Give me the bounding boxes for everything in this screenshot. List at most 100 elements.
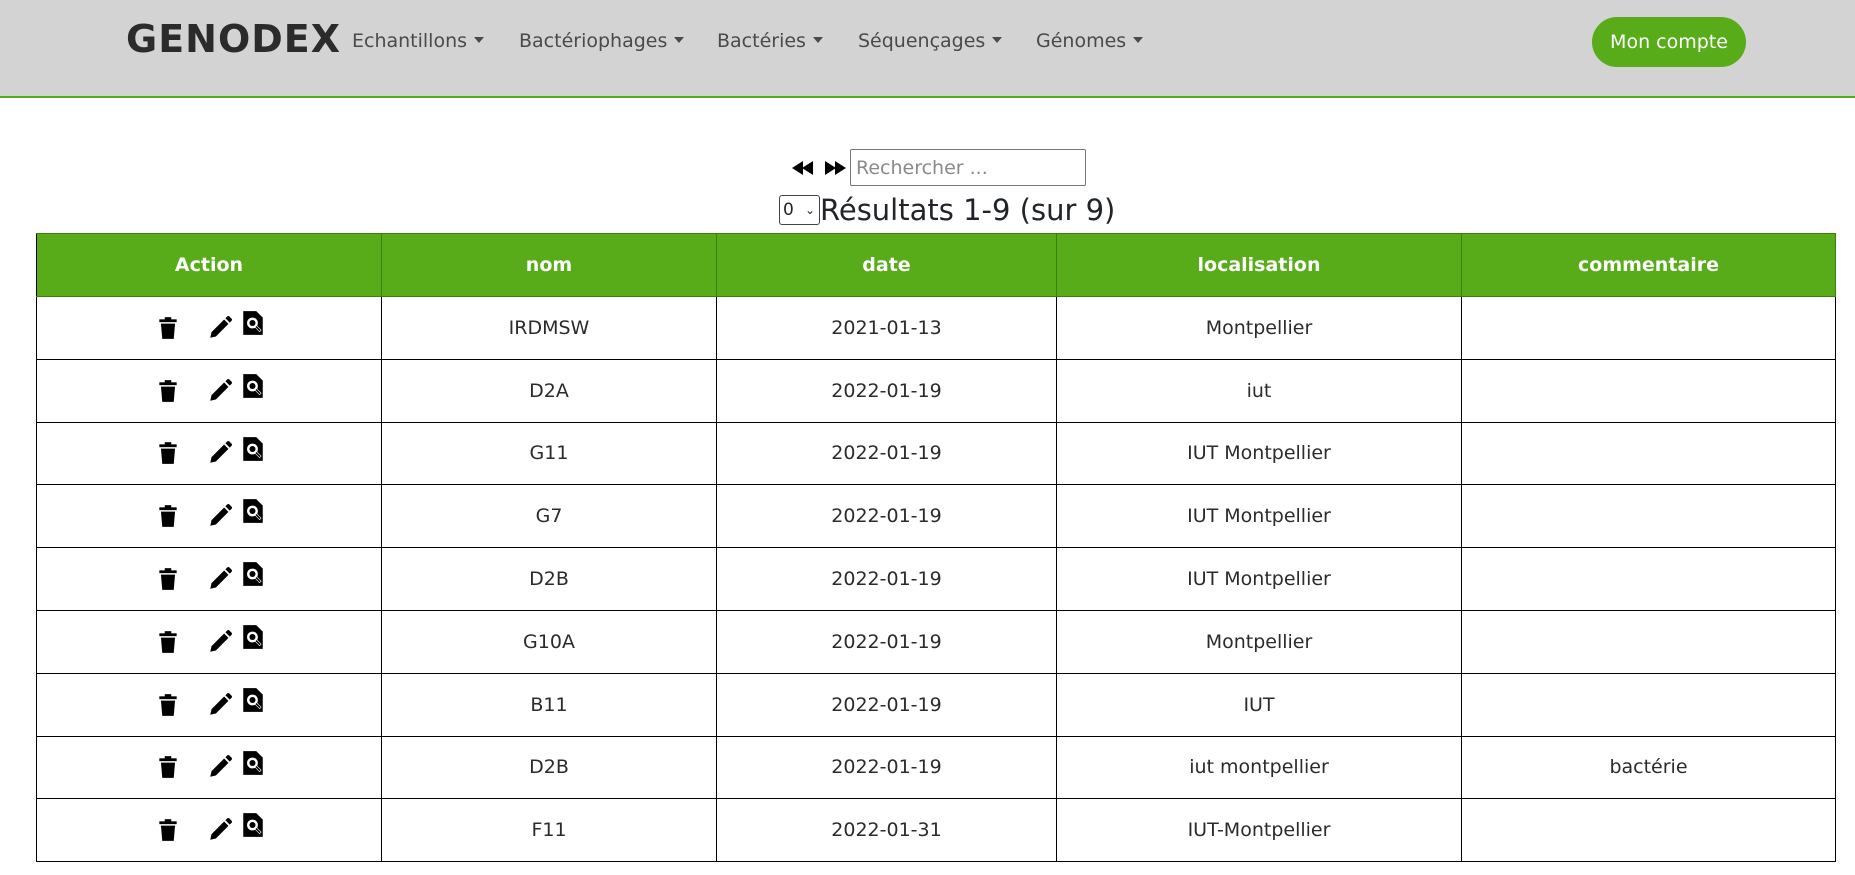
cell-actions — [36, 609, 382, 674]
cell-date: 2022-01-19 — [716, 421, 1057, 486]
file-search-icon[interactable] — [240, 498, 266, 524]
file-search-icon[interactable] — [240, 812, 266, 838]
trash-icon[interactable] — [155, 817, 181, 843]
trash-icon[interactable] — [155, 566, 181, 592]
cell-date: 2022-01-19 — [716, 735, 1057, 800]
file-search-icon[interactable] — [240, 687, 266, 713]
header-localisation[interactable]: localisation — [1056, 233, 1462, 297]
table-row: G10A 2022-01-19 Montpellier — [36, 609, 1836, 674]
file-search-icon[interactable] — [240, 310, 266, 336]
cell-commentaire — [1461, 798, 1836, 863]
nav-sequencages[interactable]: Séquençages — [858, 30, 1003, 52]
cell-commentaire — [1461, 609, 1836, 674]
header-commentaire[interactable]: commentaire — [1461, 233, 1836, 297]
table-row: D2A 2022-01-19 iut — [36, 358, 1836, 423]
nav-genomes[interactable]: Génomes — [1036, 30, 1144, 52]
cell-localisation: IUT-Montpellier — [1056, 798, 1462, 863]
page-select-value: 0 — [783, 200, 794, 220]
nav-bacteries[interactable]: Bactéries — [717, 30, 823, 52]
nav-echantillons[interactable]: Echantillons — [352, 30, 485, 52]
file-search-icon[interactable] — [240, 373, 266, 399]
cell-actions — [36, 735, 382, 800]
page-select[interactable]: 0 ⌄ — [779, 195, 820, 225]
cell-commentaire — [1461, 421, 1836, 486]
cell-nom: G7 — [381, 484, 717, 549]
nav-label: Bactériophages — [519, 30, 668, 52]
nav-label: Séquençages — [858, 30, 986, 52]
table-row: D2B 2022-01-19 IUT Montpellier — [36, 547, 1836, 611]
nav-label: Génomes — [1036, 30, 1127, 52]
table-body: IRDMSW 2021-01-13 Montpellier D2A 2022-01-19… — [36, 296, 1836, 863]
trash-icon[interactable] — [155, 754, 181, 780]
pencil-icon[interactable] — [207, 566, 233, 592]
cell-nom: F11 — [381, 798, 717, 863]
double-arrow-right-icon[interactable] — [820, 158, 850, 178]
file-search-icon[interactable] — [240, 436, 266, 462]
cell-actions — [36, 358, 382, 423]
cell-date: 2021-01-13 — [716, 296, 1057, 360]
cell-nom: G10A — [381, 609, 717, 674]
cell-localisation: IUT Montpellier — [1056, 484, 1462, 549]
file-search-icon[interactable] — [240, 750, 266, 776]
cell-actions — [36, 672, 382, 737]
cell-nom: D2B — [381, 735, 717, 800]
cell-nom: D2A — [381, 358, 717, 423]
table-row: B11 2022-01-19 IUT — [36, 672, 1836, 737]
cell-nom: G11 — [381, 421, 717, 486]
trash-icon[interactable] — [155, 503, 181, 529]
cell-commentaire — [1461, 547, 1836, 611]
file-search-icon[interactable] — [240, 561, 266, 587]
trash-icon[interactable] — [155, 629, 181, 655]
pencil-icon[interactable] — [207, 315, 233, 341]
header-date[interactable]: date — [716, 233, 1057, 297]
pencil-icon[interactable] — [207, 503, 233, 529]
cell-commentaire — [1461, 296, 1836, 360]
trash-icon[interactable] — [155, 378, 181, 404]
trash-icon[interactable] — [155, 315, 181, 341]
cell-localisation: iut montpellier — [1056, 735, 1462, 800]
caret-down-icon — [812, 37, 823, 43]
results-line: 0 ⌄ Résultats 1-9 (sur 9) — [779, 193, 1115, 227]
cell-commentaire — [1461, 358, 1836, 423]
echantillons-table: Action nom date localisation commentaire… — [36, 233, 1836, 863]
cell-localisation: Montpellier — [1056, 609, 1462, 674]
pencil-icon[interactable] — [207, 692, 233, 718]
cell-nom: D2B — [381, 547, 717, 611]
cell-date: 2022-01-19 — [716, 609, 1057, 674]
cell-date: 2022-01-19 — [716, 484, 1057, 549]
cell-actions — [36, 421, 382, 486]
pencil-icon[interactable] — [207, 754, 233, 780]
file-search-icon[interactable] — [240, 624, 266, 650]
pencil-icon[interactable] — [207, 378, 233, 404]
nav-bacteriophages[interactable]: Bactériophages — [519, 30, 685, 52]
table-row: IRDMSW 2021-01-13 Montpellier — [36, 296, 1836, 360]
pagination-bar — [790, 149, 1086, 186]
cell-date: 2022-01-31 — [716, 798, 1057, 863]
cell-actions — [36, 547, 382, 611]
cell-nom: B11 — [381, 672, 717, 737]
trash-icon[interactable] — [155, 440, 181, 466]
pencil-icon[interactable] — [207, 440, 233, 466]
nav-label: Echantillons — [352, 30, 468, 52]
results-count: Résultats 1-9 (sur 9) — [820, 193, 1116, 227]
header-nom[interactable]: nom — [381, 233, 717, 297]
table-row: G11 2022-01-19 IUT Montpellier — [36, 421, 1836, 486]
table-row: D2B 2022-01-19 iut montpellier bactérie — [36, 735, 1836, 800]
brand-logo[interactable]: GENODEX — [126, 17, 341, 61]
caret-down-icon — [992, 37, 1003, 43]
trash-icon[interactable] — [155, 692, 181, 718]
cell-nom: IRDMSW — [381, 296, 717, 360]
cell-commentaire — [1461, 672, 1836, 737]
cell-localisation: IUT — [1056, 672, 1462, 737]
pencil-icon[interactable] — [207, 629, 233, 655]
account-button[interactable]: Mon compte — [1592, 17, 1746, 67]
caret-down-icon — [674, 37, 685, 43]
chevron-down-icon: ⌄ — [804, 203, 815, 217]
double-arrow-left-icon[interactable] — [790, 158, 820, 178]
cell-date: 2022-01-19 — [716, 672, 1057, 737]
pencil-icon[interactable] — [207, 817, 233, 843]
search-input[interactable] — [850, 149, 1086, 186]
cell-localisation: IUT Montpellier — [1056, 547, 1462, 611]
cell-localisation: IUT Montpellier — [1056, 421, 1462, 486]
table-row: F11 2022-01-31 IUT-Montpellier — [36, 798, 1836, 863]
